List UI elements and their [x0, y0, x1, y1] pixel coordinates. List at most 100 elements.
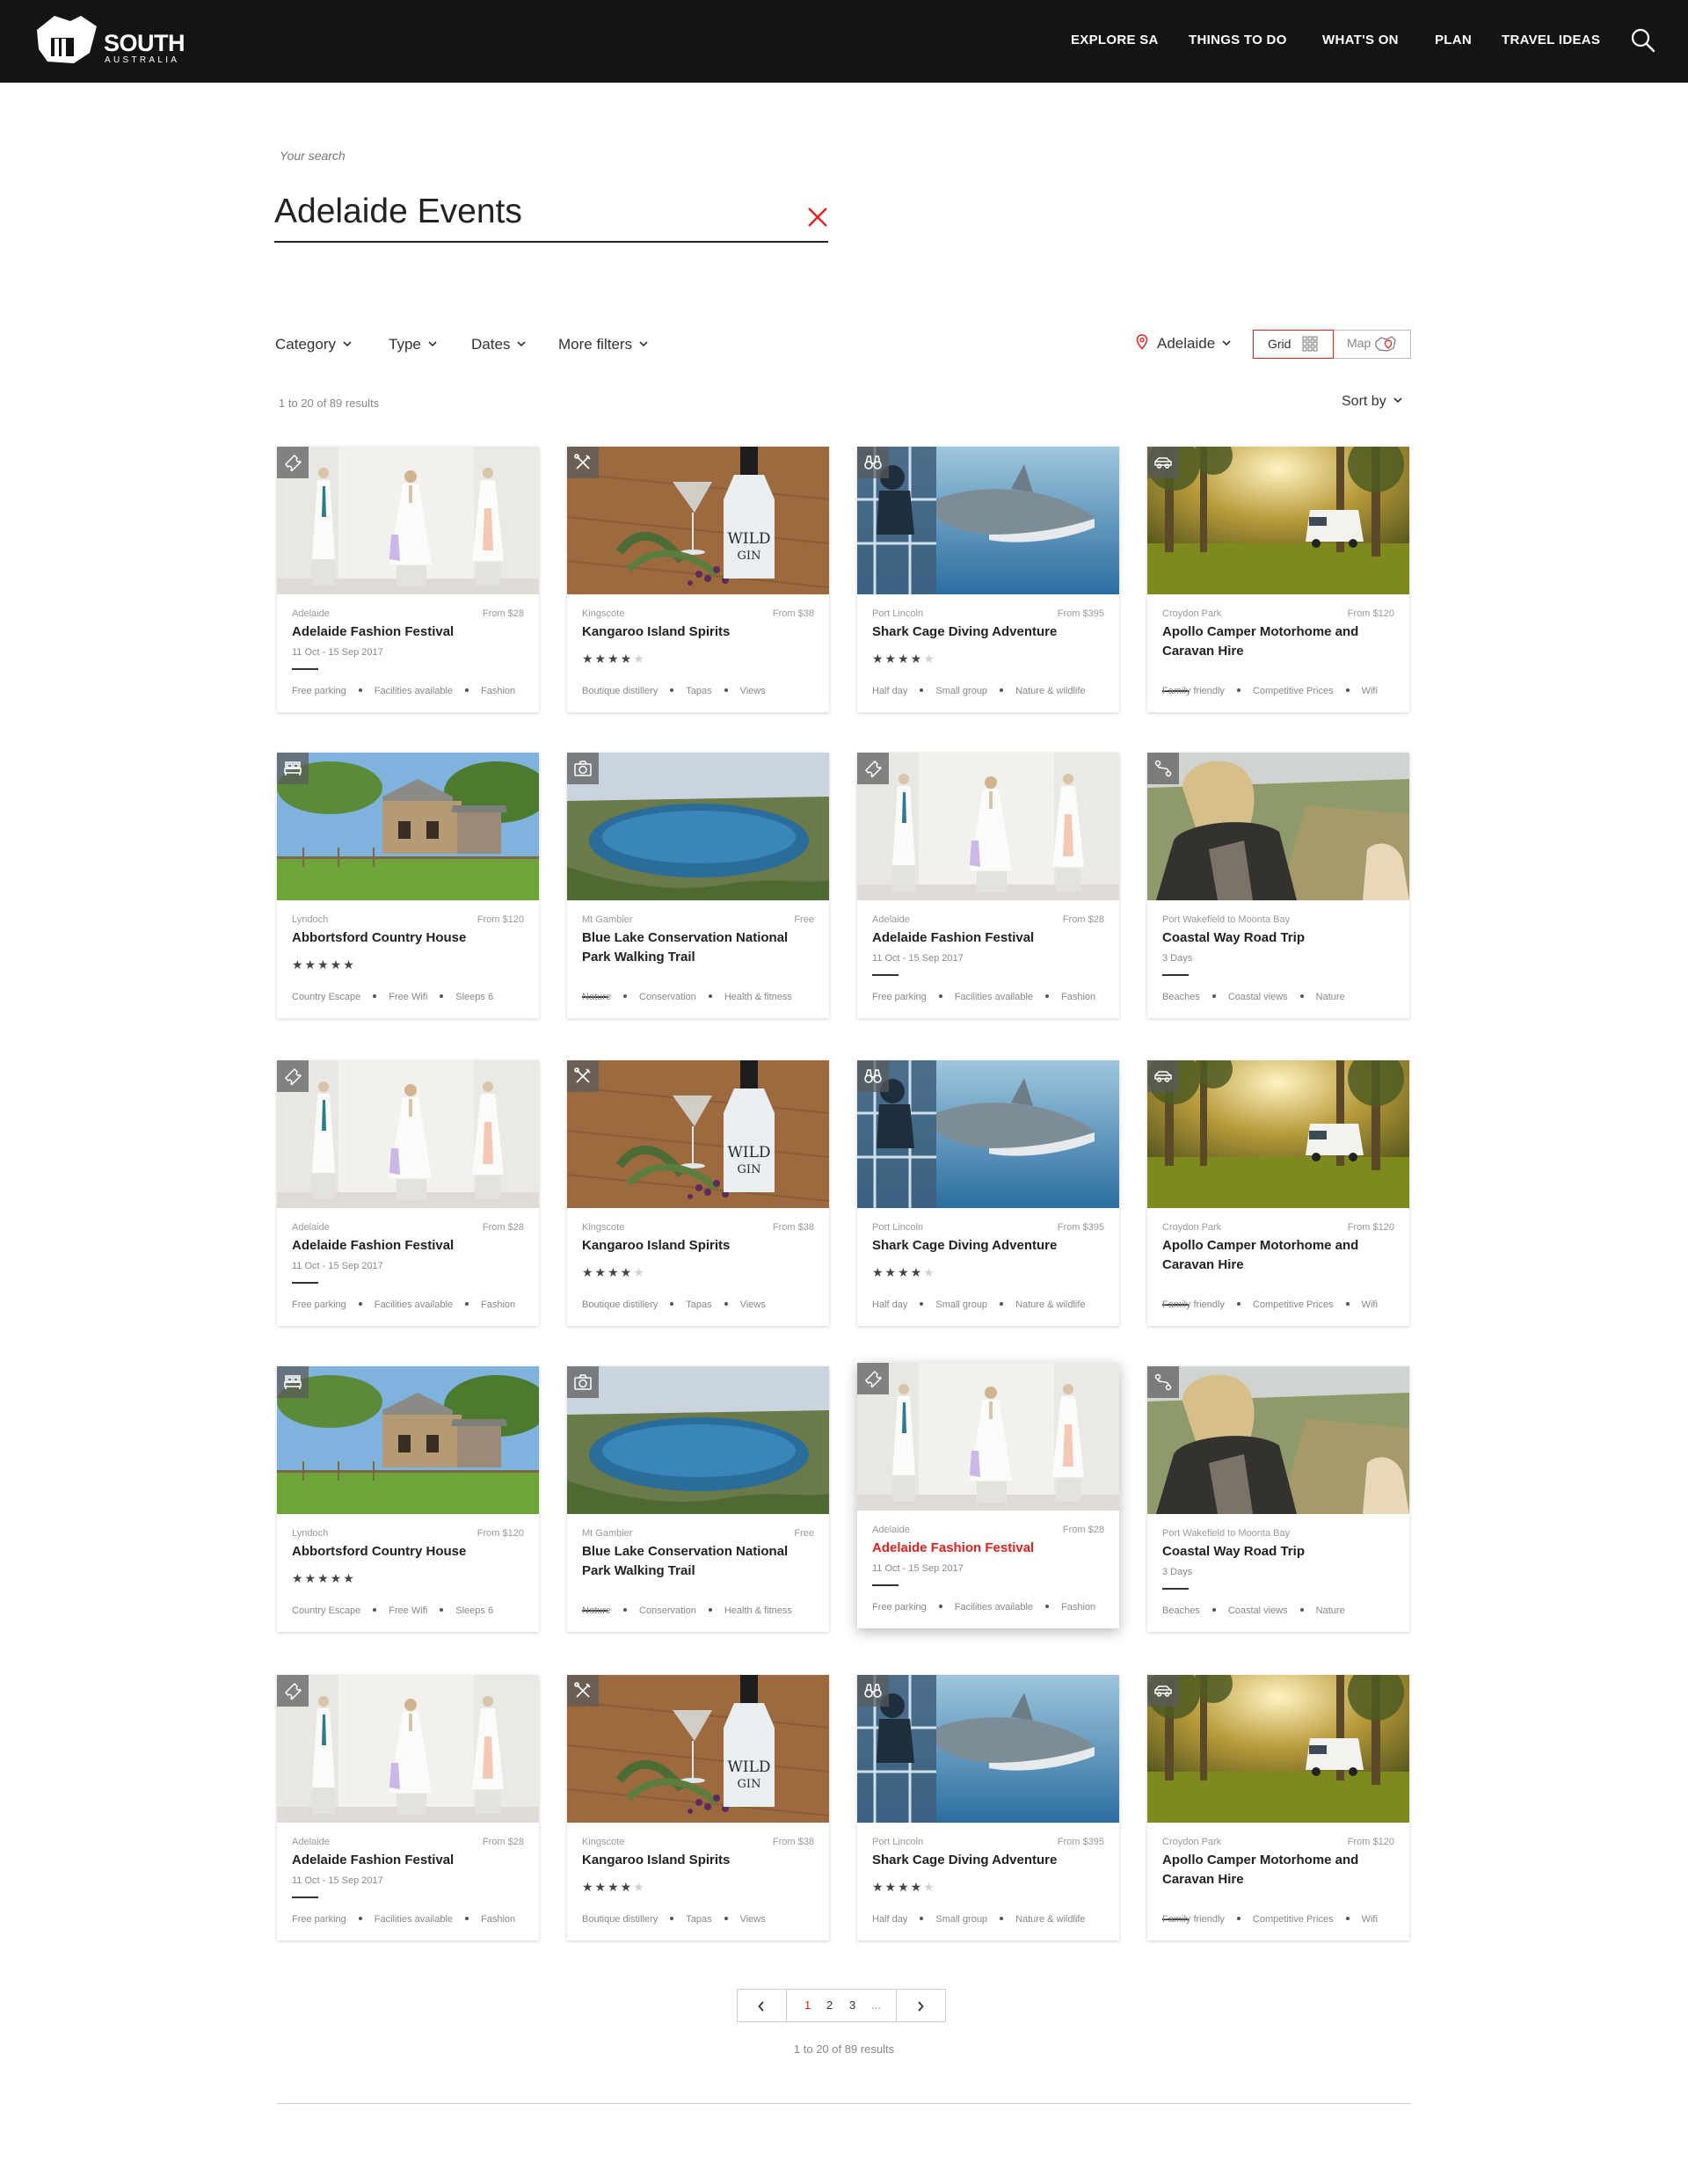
card-price: From $28 [482, 1222, 524, 1233]
search-input[interactable] [274, 187, 802, 237]
card-title[interactable]: Apollo Camper Motorhome and Caravan Hire [1162, 1236, 1395, 1275]
result-card[interactable]: Port Lincoln From $395 Shark Cage Diving A… [857, 1060, 1119, 1326]
separator-dot [465, 1302, 469, 1306]
result-card[interactable]: Croydon Park From $120 Apollo Camper Motor… [1147, 447, 1409, 712]
filter-type[interactable]: Type [389, 336, 437, 353]
result-card[interactable]: Adelaide From $28 Adelaide Fashion Festiva… [857, 1363, 1119, 1628]
card-title[interactable]: Coastal Way Road Trip [1162, 1542, 1395, 1562]
result-card[interactable]: Adelaide From $28 Adelaide Fashion Festiva… [277, 447, 539, 712]
separator-dot [1211, 994, 1216, 998]
result-card[interactable]: Croydon Park From $120 Apollo Camper Motor… [1147, 1060, 1409, 1326]
previous-page-button[interactable] [738, 1990, 787, 2021]
card-title[interactable]: Shark Cage Diving Adventure [872, 1851, 1105, 1870]
card-tag: Competitive Prices [1252, 1299, 1334, 1310]
card-title[interactable]: Abbortsford Country House [292, 1542, 525, 1562]
search-button[interactable] [1630, 27, 1656, 54]
separator-dot [920, 1302, 924, 1306]
nav-things-to-do[interactable]: THINGS TO DO [1189, 32, 1287, 49]
result-card[interactable]: Port Lincoln From $395 Shark Cage Diving A… [857, 1675, 1119, 1940]
result-card[interactable]: Port Wakefield to Moonta Bay Coastal Way … [1147, 1366, 1409, 1632]
card-title[interactable]: Adelaide Fashion Festival [292, 1851, 525, 1870]
card-title[interactable]: Kangaroo Island Spirits [582, 1236, 815, 1256]
result-card[interactable]: Port Lincoln From $395 Shark Cage Diving A… [857, 447, 1119, 712]
filter-dates[interactable]: Dates [471, 336, 526, 353]
chevron-down-icon [343, 341, 352, 347]
nav-travel-ideas[interactable]: TRAVEL IDEAS [1502, 32, 1600, 49]
result-card[interactable]: Croydon Park From $120 Apollo Camper Motor… [1147, 1675, 1409, 1940]
card-title[interactable]: Adelaide Fashion Festival [872, 1539, 1105, 1558]
result-card[interactable]: Lyndoch From $120 Abbortsford Country Hous… [277, 753, 539, 1018]
card-title[interactable]: Shark Cage Diving Adventure [872, 622, 1105, 642]
card-title[interactable]: Apollo Camper Motorhome and Caravan Hire [1162, 622, 1395, 661]
card-title[interactable]: Adelaide Fashion Festival [292, 1236, 525, 1256]
card-title[interactable]: Kangaroo Island Spirits [582, 1851, 815, 1870]
result-card[interactable]: Mt Gambier Free Blue Lake Conservation Nat… [567, 753, 829, 1018]
card-location: Mt Gambier [582, 914, 633, 925]
sort-by-dropdown[interactable]: Sort by [1342, 394, 1402, 410]
result-card[interactable]: Adelaide From $28 Adelaide Fashion Festiva… [277, 1060, 539, 1326]
page-3-link[interactable]: 3 [849, 1998, 855, 2012]
card-title[interactable]: Abbortsford Country House [292, 928, 525, 948]
chevron-right-icon [918, 2001, 924, 2012]
card-image: WILD GIN [567, 1675, 829, 1823]
nav-plan[interactable]: PLAN [1435, 32, 1472, 49]
separator-dot [465, 1917, 469, 1920]
card-title[interactable]: Kangaroo Island Spirits [582, 622, 815, 642]
page-2-link[interactable]: 2 [826, 1998, 833, 2012]
card-date: 11 Oct - 15 Sep 2017 [292, 1261, 383, 1271]
result-card[interactable]: Adelaide From $28 Adelaide Fashion Festiva… [857, 753, 1119, 1018]
page-1-link[interactable]: 1 [804, 1998, 811, 2012]
card-location: Port Lincoln [872, 1222, 924, 1233]
card-price: From $395 [1057, 608, 1104, 619]
filter-category[interactable]: Category [275, 336, 352, 353]
card-title[interactable]: Adelaide Fashion Festival [292, 622, 525, 642]
card-title[interactable]: Shark Cage Diving Adventure [872, 1236, 1105, 1256]
card-tags: Nature Conservation Health & fitness [582, 1605, 819, 1616]
card-divider [292, 1896, 318, 1898]
location-label: Adelaide [1157, 335, 1216, 352]
card-image [857, 1363, 1119, 1511]
card-location: Lyndoch [292, 1528, 329, 1539]
card-date: 11 Oct - 15 Sep 2017 [292, 1875, 383, 1886]
tools-icon [567, 447, 599, 478]
result-card[interactable]: WILD GIN Kingscote From $38 Kangaroo Island … [567, 1060, 829, 1326]
card-title[interactable]: Coastal Way Road Trip [1162, 928, 1395, 948]
star-rating: ★★★★★ [582, 1265, 646, 1279]
card-tag: Health & fitness [724, 1605, 792, 1616]
next-page-button[interactable] [896, 1990, 945, 2021]
tools-icon [567, 1060, 599, 1092]
nav-whats-on[interactable]: WHAT'S ON [1322, 32, 1399, 49]
card-tag: Boutique distillery [582, 1914, 658, 1925]
card-price: From $28 [1062, 914, 1104, 925]
separator-dot [1299, 994, 1304, 998]
separator-dot [670, 1917, 674, 1920]
result-card[interactable]: Adelaide From $28 Adelaide Fashion Festiva… [277, 1675, 539, 1940]
result-card[interactable]: Port Wakefield to Moonta Bay Coastal Way … [1147, 753, 1409, 1018]
page-ellipsis: ... [871, 1998, 881, 2012]
grid-view-button[interactable]: Grid [1253, 330, 1334, 359]
south-australia-logo[interactable]: SOUTH AUSTRALIA [35, 14, 193, 69]
card-title[interactable]: Blue Lake Conservation National Park Wal… [582, 928, 815, 967]
card-tags: Boutique distillery Tapas Views [582, 1299, 819, 1310]
map-view-button[interactable]: Map [1334, 330, 1412, 359]
result-card[interactable]: WILD GIN Kingscote From $38 Kangaroo Island … [567, 1675, 829, 1940]
card-tag: Free Wifi [389, 1605, 428, 1616]
card-tag: Conservation [639, 1605, 696, 1616]
card-title[interactable]: Apollo Camper Motorhome and Caravan Hire [1162, 1851, 1395, 1889]
separator-dot [920, 688, 924, 692]
card-title[interactable]: Blue Lake Conservation National Park Wal… [582, 1542, 815, 1581]
separator-dot [724, 1302, 728, 1306]
result-card[interactable]: Mt Gambier Free Blue Lake Conservation Nat… [567, 1366, 829, 1632]
clear-search-button[interactable] [805, 205, 830, 229]
location-selector[interactable]: Adelaide [1136, 334, 1231, 353]
card-title[interactable]: Adelaide Fashion Festival [872, 928, 1105, 948]
result-card[interactable]: WILD GIN Kingscote From $38 Kangaroo Island … [567, 447, 829, 712]
nav-explore-sa[interactable]: EXPLORE SA [1071, 32, 1159, 49]
result-card[interactable]: Lyndoch From $120 Abbortsford Country Hous… [277, 1366, 539, 1632]
card-image [1147, 1366, 1409, 1514]
footer-divider [277, 2103, 1411, 2104]
card-tag: Nature [582, 992, 612, 1002]
card-image [1147, 447, 1409, 594]
filter-more-filters[interactable]: More filters [558, 336, 648, 353]
card-tag: Nature [1315, 1605, 1345, 1616]
